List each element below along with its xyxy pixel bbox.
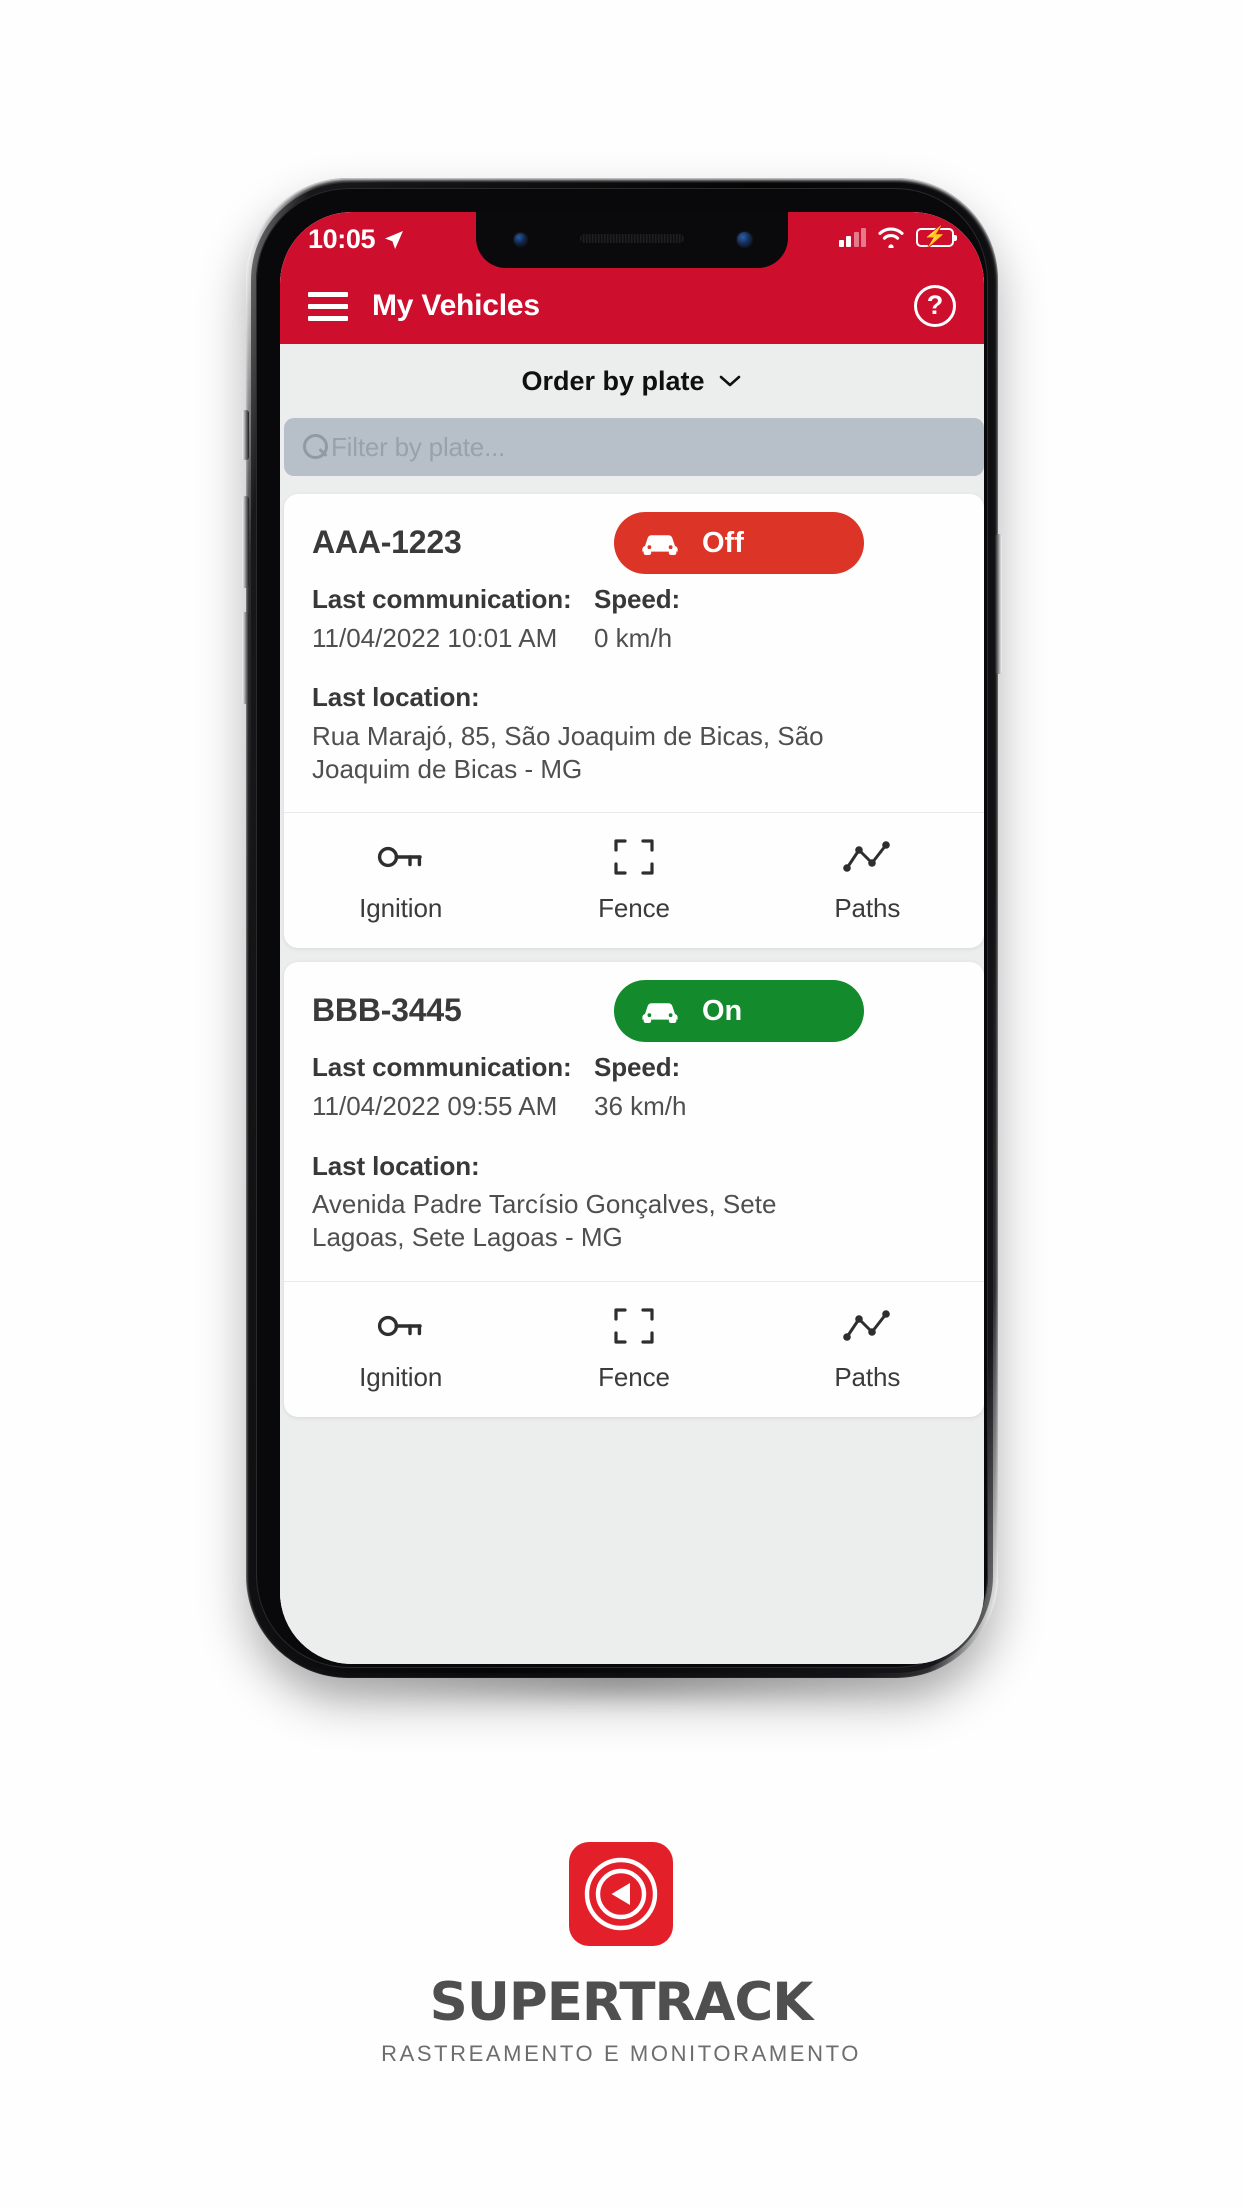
- brand-tagline: RASTREAMENTO E MONITORAMENTO: [381, 2041, 861, 2066]
- last-communication-label: Last communication:: [312, 584, 572, 614]
- help-circle-icon[interactable]: ?: [914, 285, 956, 327]
- phone-device-frame: 10:05 ⚡ My Vehicles ? Order by plate Fil…: [240, 178, 1004, 1696]
- last-location-label: Last location:: [312, 1150, 480, 1181]
- status-badge[interactable]: On: [614, 980, 864, 1043]
- vehicle-card-header: AAA-1223 Off: [284, 494, 984, 583]
- last-communication-block: Last communication: 11/04/2022 09:55 AM: [312, 1051, 594, 1123]
- order-by-bar[interactable]: Order by plate: [280, 344, 984, 418]
- order-by-label: Order by plate: [521, 365, 705, 396]
- display-notch: [476, 212, 788, 268]
- vehicle-card-body: Last communication: 11/04/2022 09:55 AM …: [284, 1051, 984, 1280]
- action-paths-label: Paths: [834, 1361, 901, 1392]
- app-container: 10:05 ⚡ My Vehicles ? Order by plate Fil…: [280, 212, 984, 1664]
- hamburger-menu-icon[interactable]: [308, 291, 348, 321]
- status-bar-clock: 10:05: [308, 224, 376, 254]
- battery-charging-icon: ⚡: [916, 227, 957, 247]
- vehicle-card[interactable]: BBB-3445 On Last communication: 11/04/20…: [284, 962, 984, 1417]
- last-communication-value: 11/04/2022 09:55 AM: [312, 1090, 558, 1121]
- last-location-value: Avenida Padre Tarcísio Gonçalves, Sete L…: [312, 1189, 777, 1253]
- action-fence-label: Fence: [598, 1361, 670, 1392]
- volume-up-button[interactable]: [242, 496, 249, 588]
- speed-block: Speed: 36 km/h: [594, 1051, 687, 1123]
- volume-down-button[interactable]: [242, 612, 249, 704]
- action-ignition[interactable]: Ignition: [284, 835, 517, 924]
- proximity-sensor-icon: [514, 233, 527, 246]
- action-ignition[interactable]: Ignition: [284, 1304, 517, 1393]
- geofence-brackets-icon: [612, 835, 656, 879]
- last-communication-value: 11/04/2022 10:01 AM: [312, 622, 558, 653]
- vehicle-card-header: BBB-3445 On: [284, 962, 984, 1051]
- status-badge-label: Off: [702, 526, 744, 559]
- key-icon: [376, 1304, 426, 1348]
- page-title: My Vehicles: [372, 289, 540, 322]
- action-ignition-label: Ignition: [359, 1361, 443, 1392]
- earpiece-speaker: [580, 234, 684, 243]
- comm-speed-row: Last communication: 11/04/2022 10:01 AM …: [312, 583, 958, 655]
- route-line-chart-icon: [842, 835, 892, 879]
- route-line-chart-icon: [842, 1304, 892, 1348]
- brand-footer: SUPERTRACK RASTREAMENTO E MONITORAMENTO: [0, 1842, 1242, 2067]
- last-communication-block: Last communication: 11/04/2022 10:01 AM: [312, 583, 594, 655]
- brand-name: SUPERTRACK: [429, 1972, 814, 2033]
- device-body: 10:05 ⚡ My Vehicles ? Order by plate Fil…: [256, 188, 988, 1668]
- vehicle-plate: BBB-3445: [312, 992, 462, 1029]
- vehicle-actions: Ignition Fence Paths: [284, 1282, 984, 1417]
- car-icon: [642, 535, 678, 555]
- chevron-down-icon[interactable]: [717, 373, 743, 389]
- status-badge[interactable]: Off: [614, 512, 864, 574]
- geofence-brackets-icon: [612, 1304, 656, 1348]
- last-location-label: Last location:: [312, 682, 480, 713]
- action-paths-label: Paths: [834, 893, 901, 924]
- speed-value: 0 km/h: [594, 622, 673, 653]
- action-fence[interactable]: Fence: [517, 835, 750, 924]
- speed-value: 36 km/h: [594, 1090, 687, 1121]
- vehicle-actions: Ignition Fence Paths: [284, 813, 984, 948]
- search-input[interactable]: Filter by plate...: [284, 418, 984, 476]
- vehicle-card[interactable]: AAA-1223 Off Last communication: 11/04/2…: [284, 494, 984, 949]
- last-location-value: Rua Marajó, 85, São Joaquim de Bicas, Sã…: [312, 720, 824, 785]
- filter-bar: Filter by plate...: [280, 418, 984, 486]
- vehicle-list[interactable]: AAA-1223 Off Last communication: 11/04/2…: [280, 486, 984, 1664]
- order-by-label-group: Order by plate: [521, 366, 742, 397]
- cellular-signal-icon: [838, 227, 866, 247]
- wifi-icon: [878, 227, 904, 248]
- speed-label: Speed:: [594, 1052, 681, 1083]
- key-icon: [376, 835, 426, 879]
- page-root: 10:05 ⚡ My Vehicles ? Order by plate Fil…: [0, 0, 1242, 2208]
- last-communication-label: Last communication:: [312, 1052, 572, 1083]
- action-paths[interactable]: Paths: [751, 835, 984, 924]
- vehicle-card-body: Last communication: 11/04/2022 10:01 AM …: [284, 583, 984, 812]
- status-bar-time-group: 10:05: [308, 226, 406, 253]
- status-badge-label: On: [702, 994, 743, 1027]
- action-fence[interactable]: Fence: [517, 1304, 750, 1393]
- comm-speed-row: Last communication: 11/04/2022 09:55 AM …: [312, 1051, 958, 1123]
- front-camera-icon: [737, 232, 752, 247]
- search-placeholder: Filter by plate...: [331, 431, 506, 462]
- power-button[interactable]: [995, 534, 1002, 674]
- mute-switch-button[interactable]: [242, 410, 249, 460]
- speed-block: Speed: 0 km/h: [594, 583, 680, 655]
- supertrack-radar-cursor-logo: [569, 1842, 673, 1946]
- status-bar-indicators: ⚡: [838, 226, 959, 248]
- speed-label: Speed:: [594, 584, 681, 614]
- vehicle-plate: AAA-1223: [312, 524, 462, 560]
- phone-screen: 10:05 ⚡ My Vehicles ? Order by plate Fil…: [280, 212, 984, 1664]
- search-icon: [302, 433, 329, 461]
- action-ignition-label: Ignition: [359, 893, 443, 924]
- action-fence-label: Fence: [598, 893, 670, 924]
- action-paths[interactable]: Paths: [751, 1304, 984, 1393]
- location-arrow-icon: [385, 230, 404, 249]
- car-icon: [642, 1003, 678, 1024]
- app-bar: My Vehicles ?: [280, 268, 984, 344]
